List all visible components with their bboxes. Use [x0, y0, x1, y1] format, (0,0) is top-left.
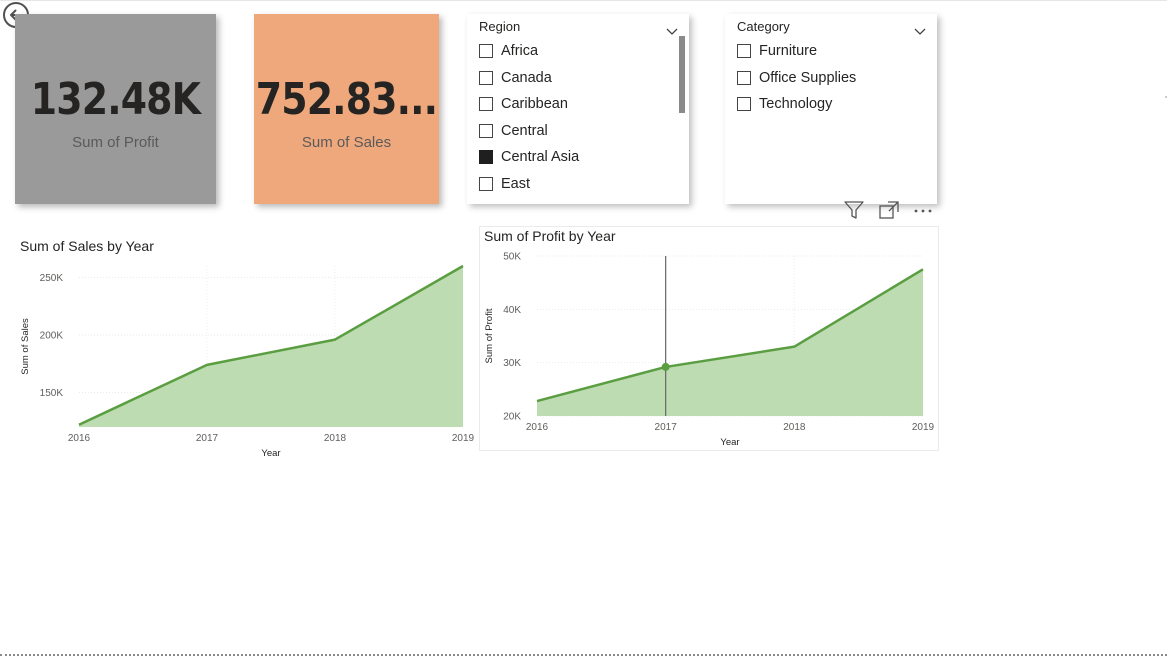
category-slicer-list: Furniture Office Supplies Technology: [737, 38, 856, 118]
profit-card[interactable]: 132.48K Sum of Profit: [15, 14, 216, 204]
category-slicer[interactable]: Category Furniture Office Supplies Technol…: [725, 14, 937, 204]
checkbox[interactable]: [479, 176, 493, 191]
sales-card[interactable]: 752.83... Sum of Sales: [254, 14, 439, 204]
slicer-item[interactable]: Technology: [737, 91, 856, 118]
slicer-item-label: East: [501, 175, 531, 192]
x-tick-label: 2019: [452, 433, 475, 444]
checkbox[interactable]: [737, 44, 751, 59]
page-bottom-border: [0, 654, 1167, 656]
chevron-down-icon[interactable]: [914, 21, 926, 40]
profit-value: 132.48K: [30, 73, 201, 125]
region-slicer-title: Region: [479, 19, 521, 34]
y-tick-label: 250K: [40, 273, 64, 284]
area-fill: [537, 269, 923, 416]
sales-label: Sum of Sales: [301, 133, 392, 151]
x-axis-title: Year: [261, 448, 280, 459]
more-options-icon[interactable]: [912, 200, 934, 224]
x-tick-label: 2016: [68, 433, 91, 444]
profit-by-year-chart[interactable]: Sum of Profit by Year 20K 30K 40K 50K 2016 20…: [479, 226, 939, 451]
y-axis-title: Sum of Sales: [20, 318, 31, 375]
y-tick-label: 20K: [503, 412, 521, 423]
checkbox[interactable]: [737, 97, 751, 112]
region-slicer-list: Africa Canada Caribbean Central Central Asia…: [479, 38, 579, 197]
visual-header: [840, 200, 940, 222]
slicer-item[interactable]: Central Asia: [479, 144, 579, 171]
slicer-item[interactable]: East: [479, 171, 579, 198]
x-tick-label: 2016: [526, 422, 549, 433]
category-slicer-title: Category: [737, 19, 790, 34]
x-tick-label: 2017: [196, 433, 219, 444]
checkbox[interactable]: [479, 150, 493, 165]
x-tick-label: 2019: [912, 422, 935, 433]
region-scrollbar[interactable]: [679, 36, 685, 113]
slicer-item[interactable]: Furniture: [737, 38, 856, 65]
slicer-item[interactable]: Central: [479, 118, 579, 145]
slicer-item[interactable]: Canada: [479, 65, 579, 92]
x-tick-label: 2018: [783, 422, 806, 433]
profit-chart-plot: 20K 30K 40K 50K 2016 2017 2018 2019 Year Sum of P…: [484, 252, 935, 449]
y-tick-label: 50K: [503, 252, 521, 263]
sales-by-year-chart[interactable]: Sum of Sales by Year 150K 200K 250K 2016 201…: [14, 236, 476, 459]
area-fill: [79, 266, 463, 427]
checkbox[interactable]: [479, 97, 493, 112]
y-axis-title: Sum of Profit: [484, 308, 495, 363]
y-tick-label: 40K: [503, 305, 521, 316]
sales-value: 752.83...: [255, 73, 438, 125]
slicer-item[interactable]: Africa: [479, 38, 579, 65]
focus-mode-icon[interactable]: [878, 200, 900, 224]
x-tick-label: 2018: [324, 433, 347, 444]
region-slicer[interactable]: Region Africa Canada Caribbean Central Centr…: [467, 14, 689, 204]
top-border: [0, 0, 1167, 1]
y-tick-label: 30K: [503, 358, 521, 369]
slicer-item-label: Canada: [501, 69, 552, 86]
sales-chart-plot: 150K 200K 250K 2016 2017 2018 2019 Year Sum of S…: [20, 264, 475, 459]
slicer-item[interactable]: Office Supplies: [737, 65, 856, 92]
slicer-item[interactable]: Caribbean: [479, 91, 579, 118]
slicer-item-label: Technology: [759, 96, 833, 113]
y-tick-label: 200K: [40, 331, 64, 342]
slicer-item-label: Africa: [501, 43, 539, 60]
slicer-item-label: Central: [501, 122, 548, 139]
slicer-item-label: Caribbean: [501, 96, 568, 113]
profit-label: Sum of Profit: [72, 133, 159, 151]
y-tick-label: 150K: [40, 388, 64, 399]
data-point: [661, 362, 670, 371]
slicer-item-label: Office Supplies: [759, 69, 857, 86]
slicer-item-label: Furniture: [759, 43, 818, 60]
checkbox[interactable]: [737, 70, 751, 85]
x-tick-label: 2017: [655, 422, 678, 433]
slicer-item-label: Central Asia: [501, 149, 580, 166]
chevron-down-icon[interactable]: [666, 21, 678, 40]
checkbox[interactable]: [479, 123, 493, 138]
x-axis-title: Year: [720, 437, 739, 448]
filter-icon[interactable]: [843, 200, 865, 224]
checkbox[interactable]: [479, 70, 493, 85]
checkbox[interactable]: [479, 44, 493, 59]
